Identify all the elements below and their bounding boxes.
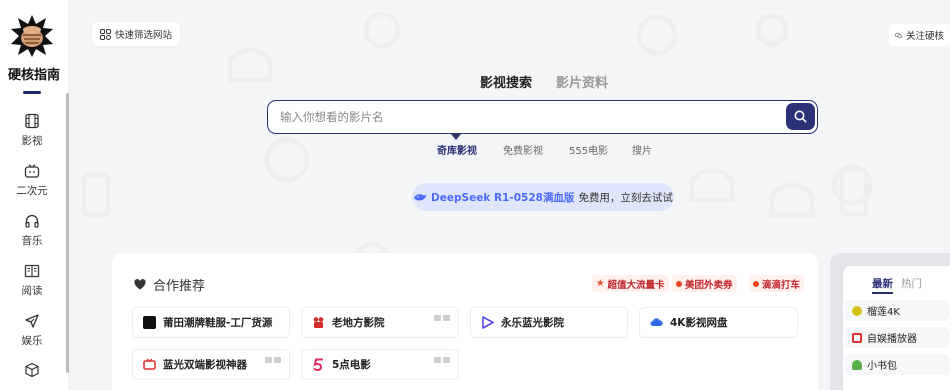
engine-555[interactable]: 555电影 xyxy=(569,142,608,157)
sidebar-item-label: 二次元 xyxy=(16,185,48,197)
promo-label: 超值大流量卡 xyxy=(607,279,665,291)
durian-icon xyxy=(852,305,862,316)
film-icon xyxy=(25,113,39,129)
tab-video-search[interactable]: 影视搜索 xyxy=(480,72,533,91)
hot-panel: 最新 热门 榴莲4K 自娱播放器 小书包 xyxy=(830,253,950,390)
sidebar-item-film[interactable]: 影视 xyxy=(0,113,64,148)
partner-label: 老地方影院 xyxy=(332,317,385,329)
partner-label: 永乐蓝光影院 xyxy=(501,317,564,329)
deepseek-highlight: DeepSeek R1-0528满血版 xyxy=(431,191,575,204)
partner-item[interactable]: 5点电影 xyxy=(301,349,459,380)
promo-didi[interactable]: 滴滴打车 xyxy=(749,275,805,292)
book-icon xyxy=(24,264,40,278)
cube-icon xyxy=(25,362,39,378)
tab-movie-info[interactable]: 影片资料 xyxy=(556,72,608,91)
partners-title: 合作推荐 xyxy=(134,275,205,294)
partner-label: 5点电影 xyxy=(332,359,371,371)
tv-icon xyxy=(24,164,40,178)
partner-item[interactable]: 蓝光双端影视神器 xyxy=(132,349,290,380)
partner-label: 4K影视网盘 xyxy=(670,317,728,329)
play-icon xyxy=(482,316,494,329)
hot-item[interactable]: 自娱播放器 xyxy=(845,327,950,348)
partners-title-text: 合作推荐 xyxy=(153,279,206,294)
hot-item[interactable]: 榴莲4K xyxy=(845,300,950,321)
sidebar-item-anime[interactable]: 二次元 xyxy=(0,163,64,198)
sidebar-item-music[interactable]: 音乐 xyxy=(0,213,64,248)
platform-icons xyxy=(434,357,450,363)
hot-item-label: 自娱播放器 xyxy=(867,334,917,345)
background-decoration xyxy=(81,11,873,260)
promo-label: 滴滴打车 xyxy=(762,279,801,291)
tab-label: 影视搜索 xyxy=(480,76,533,91)
wechat-icon xyxy=(895,32,902,38)
engine-free[interactable]: 免费影视 xyxy=(503,142,543,157)
active-engine-caret xyxy=(451,134,461,140)
tab-label: 影片资料 xyxy=(556,76,609,91)
partner-item[interactable]: 永乐蓝光影院 xyxy=(470,307,628,338)
quick-filter-button[interactable]: 快速筛选网站 xyxy=(92,22,181,46)
sidebar-item-entertainment[interactable]: 娱乐 xyxy=(0,313,64,348)
star-icon: ★ xyxy=(596,278,605,289)
didi-icon xyxy=(753,280,759,287)
partner-item[interactable]: 莆田潮牌鞋服-工厂货源 xyxy=(132,307,290,338)
promo-data-card[interactable]: ★ 超值大流量卡 xyxy=(592,275,669,292)
promo-meituan[interactable]: 美团外卖券 xyxy=(672,275,737,292)
follow-button[interactable]: 关注硬核 xyxy=(889,24,950,46)
grid-filter-icon xyxy=(100,28,111,40)
engine-qiku[interactable]: 奇库影视 xyxy=(437,142,477,157)
heart-icon xyxy=(134,279,146,290)
promo-label: 美团外卖券 xyxy=(685,279,733,291)
partner-item[interactable]: 老地方影院 xyxy=(301,307,459,338)
schoolbag-icon xyxy=(852,359,862,370)
deepseek-banner[interactable]: DeepSeek R1-0528满血版 免费用，立刻去试试 xyxy=(412,183,674,211)
tab-popular[interactable]: 热门 xyxy=(901,276,922,291)
headphones-icon xyxy=(25,214,39,228)
whale-icon xyxy=(414,193,427,200)
tv-red-icon xyxy=(143,358,156,370)
sidebar-scrollbar[interactable] xyxy=(66,93,69,373)
follow-label: 关注硬核 xyxy=(905,31,944,42)
search-input[interactable] xyxy=(280,108,780,126)
tab-latest[interactable]: 最新 xyxy=(872,276,893,294)
partner-item[interactable]: 4K影视网盘 xyxy=(639,307,798,338)
search-box xyxy=(267,100,818,134)
quick-filter-label: 快速筛选网站 xyxy=(115,30,173,41)
hot-panel-inner: 最新 热门 榴莲4K 自娱播放器 小书包 xyxy=(843,266,950,390)
hot-item[interactable]: 小书包 xyxy=(845,354,950,375)
tab-label: 最新 xyxy=(872,278,893,290)
partners-card: 合作推荐 ★ 超值大流量卡 美团外卖券 滴滴打车 莆田潮牌鞋服-工厂货源 老地方影… xyxy=(112,253,818,390)
hot-item-label: 小书包 xyxy=(867,361,897,372)
partner-label: 蓝光双端影视神器 xyxy=(163,359,247,371)
shoe-brand-icon xyxy=(143,316,156,329)
deepseek-text: 免费用，立刻去试试 xyxy=(578,191,673,204)
sidebar: 硬核指南 影视 二次元 音乐 阅读 娱乐 xyxy=(0,0,69,390)
cloud-icon xyxy=(650,318,663,326)
meituan-icon xyxy=(676,280,682,287)
page: 硬核指南 影视 二次元 音乐 阅读 娱乐 快速筛选网站 关注硬核 影视搜索 影片… xyxy=(0,0,950,390)
camera-icon xyxy=(313,317,324,328)
platform-icons xyxy=(265,357,281,363)
player-icon xyxy=(852,332,862,343)
tab-underline xyxy=(872,292,893,294)
platform-icons xyxy=(434,315,450,321)
search-button[interactable] xyxy=(786,103,815,130)
engine-soupian[interactable]: 搜片 xyxy=(632,142,652,157)
search-tabs: 影视搜索 影片资料 xyxy=(0,72,950,92)
fist-logo-icon xyxy=(11,15,53,57)
partner-label: 莆田潮牌鞋服-工厂货源 xyxy=(163,317,273,329)
sidebar-item-label: 阅读 xyxy=(21,285,43,297)
hot-item-label: 榴莲4K xyxy=(867,307,900,318)
sidebar-item-label: 娱乐 xyxy=(21,335,43,347)
sidebar-item-more[interactable] xyxy=(0,362,64,382)
five-icon xyxy=(313,358,323,371)
tab-label: 热门 xyxy=(901,278,922,290)
sidebar-item-label: 音乐 xyxy=(21,235,43,247)
search-icon xyxy=(794,110,807,123)
send-icon xyxy=(25,314,39,328)
sidebar-item-label: 影视 xyxy=(21,135,43,147)
sidebar-item-reading[interactable]: 阅读 xyxy=(0,263,64,298)
